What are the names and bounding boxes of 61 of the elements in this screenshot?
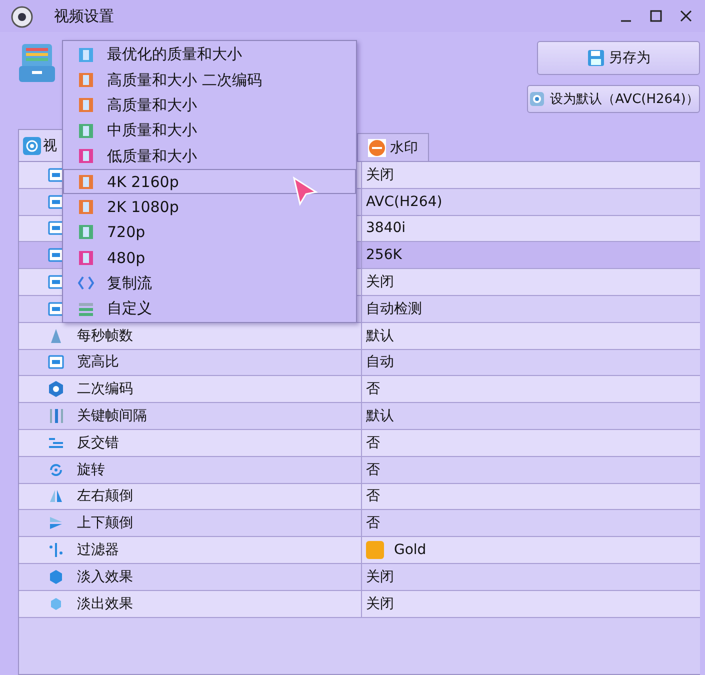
- settings-row[interactable]: 旋转 否: [19, 456, 700, 484]
- setting-value: 自动: [366, 353, 394, 372]
- archive-icon: [18, 42, 56, 84]
- aspect-ratio-icon: [47, 353, 65, 372]
- dots-icon: [47, 541, 65, 560]
- menu-item[interactable]: 最优化的质量和大小: [63, 42, 356, 68]
- save-as-button[interactable]: 另存为: [537, 41, 700, 75]
- setting-value: 关闭: [366, 273, 394, 292]
- settings-row[interactable]: 淡出效果 关闭: [19, 590, 700, 618]
- hexagon-icon: [47, 568, 65, 586]
- setting-value: 256K: [366, 247, 402, 264]
- setting-value: 否: [366, 514, 380, 532]
- setting-value: AVC(H264): [366, 194, 442, 210]
- setting-label: 过滤器: [77, 541, 119, 560]
- setting-label: 左右颠倒: [77, 487, 133, 506]
- menu-item[interactable]: 复制流: [63, 270, 356, 296]
- setting-label: 淡入效果: [77, 568, 133, 586]
- settings-row[interactable]: 上下颠倒 否: [19, 510, 700, 538]
- settings-row[interactable]: 关键帧间隔 默认: [19, 403, 700, 430]
- setting-label: 宽高比: [77, 353, 119, 372]
- setting-value: 否: [366, 380, 380, 398]
- setting-value: 关闭: [366, 166, 394, 184]
- setting-value: 否: [366, 487, 380, 506]
- setting-value: 3840i: [366, 220, 406, 236]
- setting-label: 每秒帧数: [77, 326, 133, 345]
- setting-value: 默认: [366, 326, 394, 345]
- settings-row[interactable]: 过滤器 Gold: [19, 537, 700, 564]
- menu-item[interactable]: 高质量和大小 二次编码: [63, 67, 356, 93]
- maximize-icon[interactable]: [649, 9, 663, 23]
- menu-item[interactable]: 4K 2160p: [63, 168, 356, 194]
- settings-row[interactable]: 左右颠倒 否: [19, 484, 700, 510]
- video-icon: [23, 136, 41, 154]
- settings-row[interactable]: 每秒帧数 默认: [19, 322, 700, 350]
- window-title: 视频设置: [54, 6, 114, 26]
- cursor-icon: [292, 176, 318, 206]
- setting-value: 关闭: [366, 594, 394, 613]
- menu-item[interactable]: 中质量和大小: [63, 118, 356, 144]
- bars-icon: [47, 407, 65, 426]
- setting-label: 关键帧间隔: [77, 407, 147, 426]
- setting-value: 否: [366, 460, 380, 479]
- watermark-tab[interactable]: 水印: [357, 133, 429, 161]
- settings-row[interactable]: 淡入效果 关闭: [19, 564, 700, 591]
- setting-value: 默认: [366, 407, 394, 426]
- close-icon[interactable]: [679, 9, 693, 23]
- settings-row[interactable]: 二次编码 否: [19, 376, 700, 404]
- settings-row[interactable]: 宽高比 自动: [19, 350, 700, 376]
- setting-label: 反交错: [77, 434, 119, 452]
- menu-item[interactable]: 480p: [63, 245, 356, 271]
- setting-label: 旋转: [77, 460, 105, 479]
- setting-value: 自动检测: [366, 300, 422, 318]
- settings-row[interactable]: 反交错 否: [19, 430, 700, 457]
- set-default-button[interactable]: 设为默认（AVC(H264)）: [527, 85, 700, 113]
- menu-item[interactable]: 自定义: [63, 296, 356, 322]
- menu-item[interactable]: 高质量和大小: [63, 92, 356, 118]
- badge-icon: [368, 138, 386, 156]
- setting-label: 上下颠倒: [77, 514, 133, 532]
- setting-label: 淡出效果: [77, 594, 133, 613]
- setting-value: 关闭: [366, 568, 394, 586]
- setting-label: 二次编码: [77, 380, 133, 398]
- setting-value: Gold: [394, 542, 426, 558]
- setting-value: 否: [366, 434, 380, 452]
